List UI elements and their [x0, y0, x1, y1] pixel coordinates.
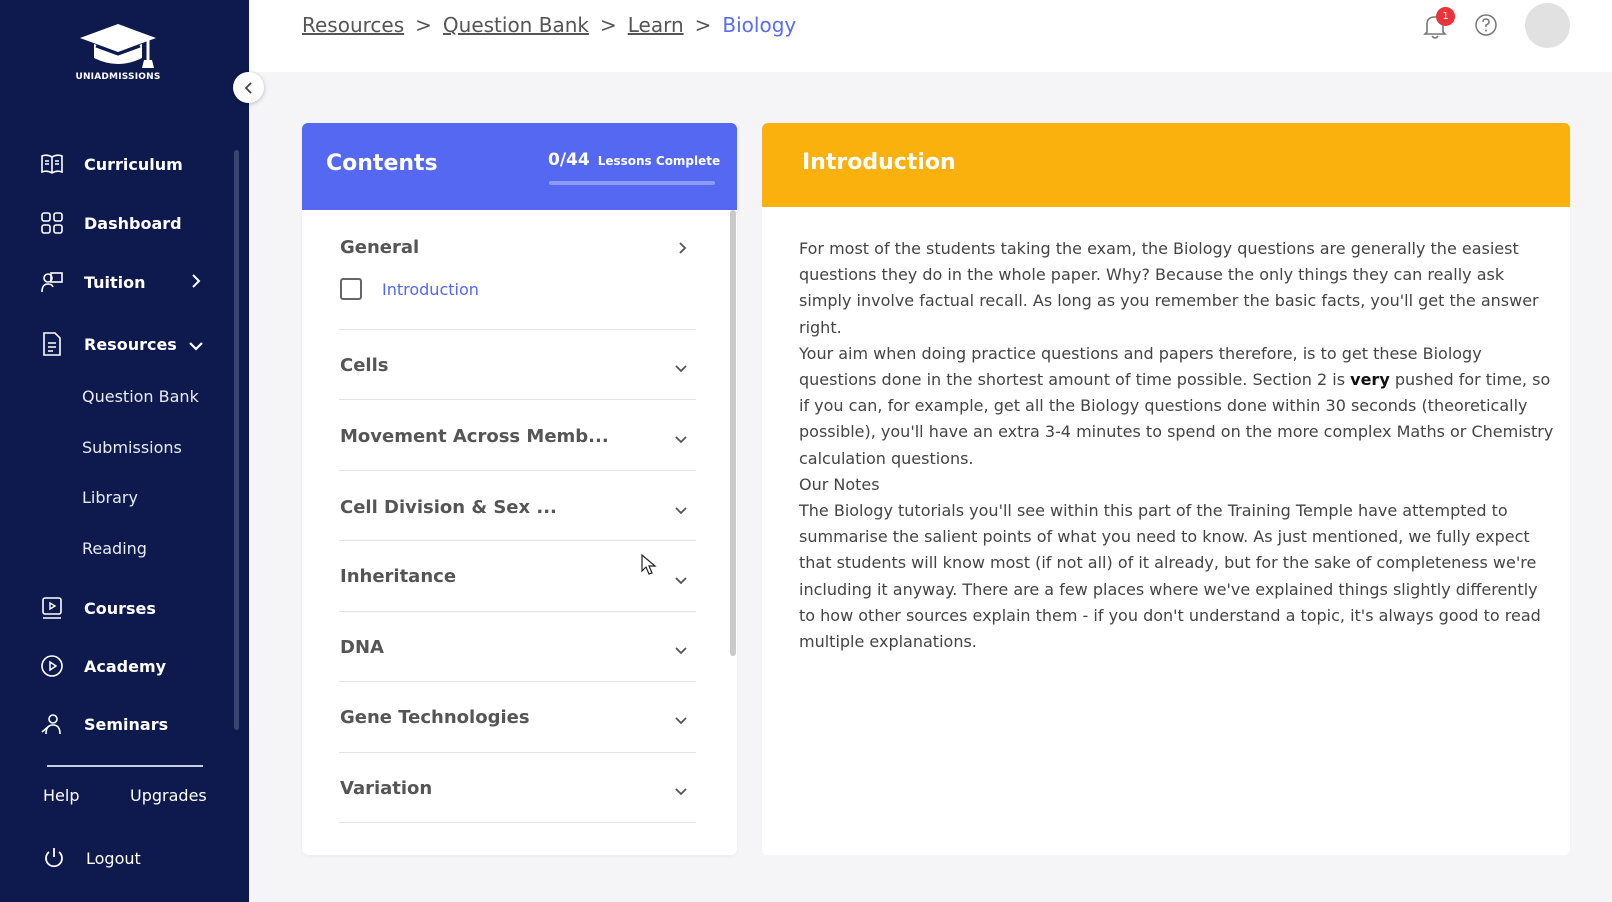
notification-badge: 1 [1436, 7, 1455, 26]
section-cells[interactable]: Cells [339, 330, 696, 400]
topbar: Resources > Question Bank > Learn > Biol… [249, 0, 1612, 72]
logout-label: Logout [86, 848, 141, 868]
section-title[interactable]: Gene Technologies [340, 707, 530, 728]
section-title[interactable]: General [340, 237, 419, 258]
breadcrumb-current: Biology [722, 13, 797, 37]
question-circle-icon [1475, 14, 1497, 36]
section-title[interactable]: Variation [340, 778, 432, 799]
contents-panel: Contents 0/44 Lessons Complete General I… [302, 123, 737, 855]
lesson-header: Introduction [762, 123, 1570, 207]
sidebar-divider [47, 765, 203, 767]
sidebar-item-label: Resources [84, 334, 177, 354]
graduation-cap-icon [80, 24, 156, 68]
breadcrumb-separator: > [694, 13, 712, 37]
sidebar-item-label: Curriculum [84, 154, 183, 174]
progress-text: 0/44 Lessons Complete [548, 150, 720, 170]
sidebar-item-seminars[interactable]: Seminars [38, 709, 168, 739]
chevron-down-icon[interactable] [674, 782, 688, 801]
sidebar-item-label: Courses [84, 598, 156, 618]
sidebar-item-label: Dashboard [84, 213, 182, 233]
lesson-label[interactable]: Introduction [382, 280, 479, 299]
play-circle-icon [38, 652, 66, 680]
sidebar-subitem-library[interactable]: Library [82, 488, 138, 507]
sidebar-item-courses[interactable]: Courses [38, 593, 156, 623]
help-button[interactable] [1474, 13, 1498, 41]
chevron-down-icon [188, 337, 204, 356]
presenter-icon [38, 710, 66, 738]
section-title[interactable]: Cell Division & Sex ... [340, 497, 557, 518]
sidebar-item-label: Tuition [84, 272, 146, 292]
upgrades-link[interactable]: Upgrades [130, 786, 207, 805]
sidebar-subitem-submissions[interactable]: Submissions [82, 438, 182, 457]
lesson-subheading: Our Notes [799, 474, 880, 494]
contents-scrollbar[interactable] [730, 210, 736, 656]
logout-button[interactable]: Logout [40, 843, 141, 873]
sidebar-scrollbar[interactable] [234, 150, 239, 730]
grid-icon [38, 209, 66, 237]
chevron-down-icon[interactable] [674, 430, 688, 449]
chevron-down-icon[interactable] [674, 641, 688, 660]
section-variation[interactable]: Variation [339, 753, 696, 823]
section-dna[interactable]: DNA [339, 612, 696, 682]
chevron-right-icon [190, 273, 202, 293]
progress-count: 0/44 [548, 150, 590, 170]
section-title[interactable]: Inheritance [340, 566, 456, 587]
section-title[interactable]: Cells [340, 355, 388, 376]
contents-header: Contents 0/44 Lessons Complete [302, 123, 737, 210]
logo[interactable]: UNIADMISSIONS [70, 20, 166, 88]
sidebar: UNIADMISSIONS Curriculum Dashboard Tuiti… [0, 0, 249, 902]
lesson-item[interactable]: Introduction [340, 278, 479, 300]
lesson-panel: Introduction For most of the students ta… [762, 123, 1570, 855]
help-link[interactable]: Help [43, 786, 79, 805]
collapse-sidebar-button[interactable] [233, 72, 264, 103]
lesson-title: Introduction [802, 150, 956, 175]
sidebar-item-label: Academy [84, 656, 167, 676]
breadcrumb: Resources > Question Bank > Learn > Biol… [302, 13, 796, 37]
document-icon [38, 330, 66, 358]
lesson-paragraph: Your aim when doing practice questions a… [799, 341, 1555, 472]
lesson-paragraph: For most of the students taking the exam… [799, 239, 1539, 337]
section-title[interactable]: DNA [340, 637, 384, 658]
chevron-down-icon[interactable] [674, 711, 688, 730]
power-icon [40, 844, 68, 872]
lesson-body: For most of the students taking the exam… [799, 236, 1555, 655]
breadcrumb-separator: > [599, 13, 617, 37]
sidebar-subitem-reading[interactable]: Reading [82, 539, 147, 558]
avatar[interactable] [1525, 3, 1570, 48]
video-icon [38, 594, 66, 622]
contents-title: Contents [326, 151, 438, 176]
notifications-button[interactable]: 1 [1422, 7, 1455, 42]
breadcrumb-resources[interactable]: Resources [302, 13, 404, 37]
sidebar-item-tuition[interactable]: Tuition [38, 267, 201, 297]
section-general[interactable]: General Introduction [339, 210, 696, 330]
section-movement-across-membranes[interactable]: Movement Across Memb... [339, 400, 696, 471]
sidebar-item-label: Seminars [84, 714, 169, 734]
chevron-down-icon[interactable] [674, 359, 688, 378]
sidebar-item-academy[interactable]: Academy [38, 651, 166, 681]
section-gene-technologies[interactable]: Gene Technologies [339, 682, 696, 753]
lesson-checkbox[interactable] [340, 278, 362, 300]
section-title[interactable]: Movement Across Memb... [340, 426, 609, 447]
sidebar-item-curriculum[interactable]: Curriculum [38, 149, 183, 179]
chevron-right-icon[interactable] [678, 240, 688, 259]
breadcrumb-learn[interactable]: Learn [628, 13, 684, 37]
sidebar-item-resources[interactable]: Resources [38, 329, 203, 359]
chevron-left-icon [244, 81, 252, 94]
sidebar-subitem-question-bank[interactable]: Question Bank [82, 387, 199, 406]
section-cell-division[interactable]: Cell Division & Sex ... [339, 471, 696, 541]
sidebar-item-dashboard[interactable]: Dashboard [38, 208, 182, 238]
progress-bar [549, 181, 715, 185]
chevron-down-icon[interactable] [674, 571, 688, 590]
logo-text: UNIADMISSIONS [75, 72, 161, 82]
breadcrumb-question-bank[interactable]: Question Bank [443, 13, 589, 37]
breadcrumb-separator: > [415, 13, 432, 37]
chevron-down-icon[interactable] [674, 501, 688, 520]
progress-label: Lessons Complete [597, 154, 721, 168]
book-icon [38, 150, 66, 178]
mouse-cursor-icon [641, 553, 657, 580]
lesson-paragraph: The Biology tutorials you'll see within … [799, 501, 1541, 652]
lesson-emphasis: very [1350, 370, 1390, 390]
teacher-icon [38, 268, 66, 296]
